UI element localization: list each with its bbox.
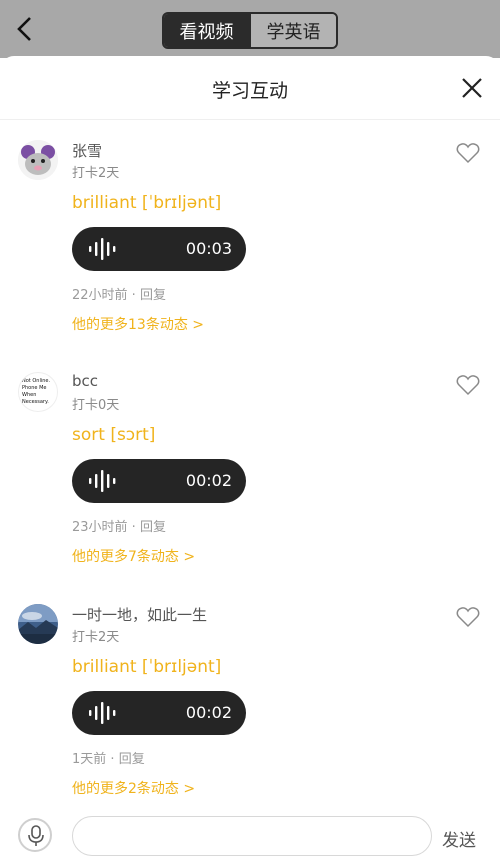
post-item: Not Online. Phone Me When Necessary. bcc… [0, 352, 500, 584]
landscape-avatar-icon [18, 604, 58, 644]
more-posts-link[interactable]: 他的更多2条动态 > [72, 778, 195, 798]
post-meta: 23小时前 · 回复 [72, 516, 166, 535]
segmented-control: 看视频 学英语 [162, 12, 338, 49]
voice-duration: 00:03 [185, 239, 232, 258]
voice-duration: 00:02 [185, 471, 232, 490]
heart-icon[interactable] [456, 606, 480, 628]
checkin-days: 打卡0天 [72, 398, 120, 413]
sheet-header: 学习互动 [0, 56, 500, 120]
microphone-icon [28, 825, 44, 846]
post-meta: 1天前 · 回复 [72, 748, 145, 767]
reply-link[interactable]: 回复 [140, 520, 166, 535]
post-item: 一时一地，如此一生 打卡2天 brilliant [ˈbrɪljənt] 00:… [0, 584, 500, 816]
interaction-sheet: 学习互动 张雪 打卡2天 brilliant [ˈbrɪljənt] 00:03… [0, 56, 500, 867]
post-time: 22小时前 · [72, 288, 136, 303]
username[interactable]: 张雪 [72, 140, 102, 161]
comment-input-bar: 发送 [0, 804, 500, 867]
reply-link[interactable]: 回复 [140, 288, 166, 303]
heart-icon[interactable] [456, 374, 480, 396]
voice-duration: 00:02 [185, 703, 232, 722]
soundwave-icon [89, 470, 116, 492]
voice-message-button[interactable]: 00:02 [72, 691, 246, 735]
comment-input[interactable] [72, 816, 432, 856]
post-item: 张雪 打卡2天 brilliant [ˈbrɪljənt] 00:03 22小时… [0, 120, 500, 352]
mouse-avatar-icon [18, 140, 58, 180]
send-button[interactable]: 发送 [442, 826, 476, 851]
soundwave-icon [89, 238, 116, 260]
sheet-title: 学习互动 [211, 80, 288, 102]
avatar-text: Not Online. Phone Me When Necessary. [22, 378, 51, 405]
checkin-days: 打卡2天 [72, 166, 120, 181]
back-icon[interactable] [10, 10, 44, 48]
word-phonetic: brilliant [ˈbrɪljənt] [72, 193, 222, 213]
post-meta: 22小时前 · 回复 [72, 284, 166, 303]
word-phonetic: sort [sɔrt] [72, 425, 156, 445]
more-posts-link[interactable]: 他的更多13条动态 > [72, 314, 204, 334]
post-time: 23小时前 · [72, 520, 136, 535]
avatar[interactable] [18, 140, 58, 180]
heart-icon[interactable] [456, 142, 480, 164]
username[interactable]: 一时一地，如此一生 [72, 604, 207, 625]
more-posts-link[interactable]: 他的更多7条动态 > [72, 546, 195, 566]
voice-message-button[interactable]: 00:02 [72, 459, 246, 503]
post-time: 1天前 · [72, 752, 115, 767]
avatar[interactable]: Not Online. Phone Me When Necessary. [18, 372, 58, 412]
soundwave-icon [89, 702, 116, 724]
voice-message-button[interactable]: 00:03 [72, 227, 246, 271]
reply-link[interactable]: 回复 [119, 752, 145, 767]
avatar[interactable] [18, 604, 58, 644]
checkin-days: 打卡2天 [72, 630, 120, 645]
username[interactable]: bcc [72, 372, 98, 390]
tab-watch-video[interactable]: 看视频 [164, 14, 249, 47]
word-phonetic: brilliant [ˈbrɪljənt] [72, 657, 222, 677]
microphone-button[interactable] [18, 818, 52, 852]
close-icon[interactable] [458, 74, 486, 102]
top-bar: 看视频 学英语 [0, 0, 500, 58]
tab-learn-english[interactable]: 学英语 [249, 14, 336, 47]
